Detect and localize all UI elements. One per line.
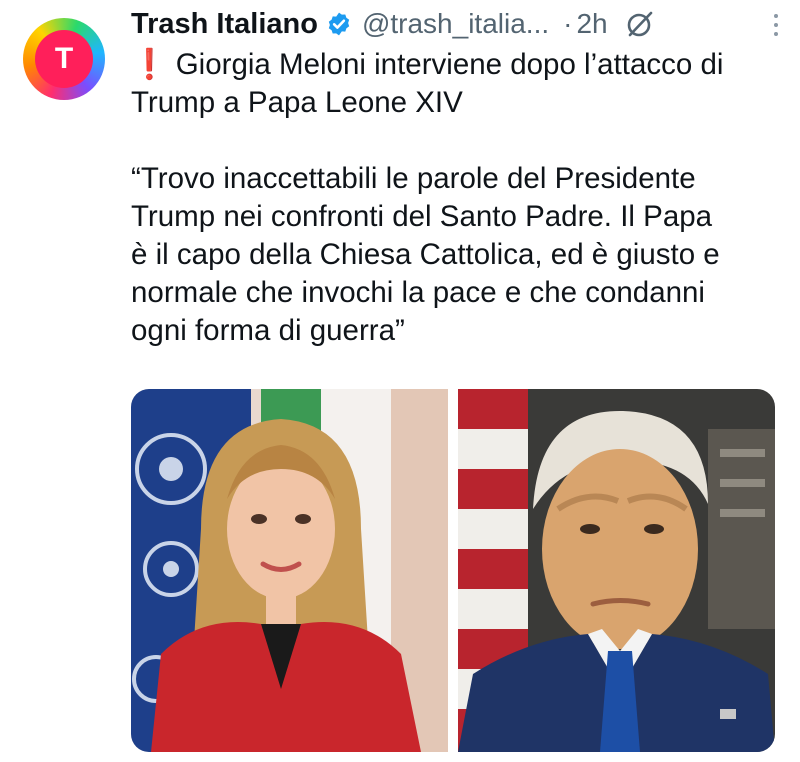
quote-line: “Trovo inaccettabili le parole del Presi… bbox=[131, 162, 696, 195]
author-name[interactable]: Trash Italiano bbox=[131, 8, 318, 41]
avatar[interactable]: T bbox=[23, 18, 105, 100]
headline-text: Giorgia Meloni interviene dopo l’attacco… bbox=[131, 48, 724, 119]
quote-line: normale che invochi la pace e che condan… bbox=[131, 276, 705, 309]
quote-line: è il capo della Chiesa Cattolica, ed è g… bbox=[131, 238, 720, 271]
quote-line: Trump nei confronti del Santo Padre. Il … bbox=[131, 200, 713, 233]
grok-icon[interactable] bbox=[624, 8, 656, 40]
author-handle[interactable]: @trash_italia... bbox=[362, 8, 549, 40]
post-text: ❗ Giorgia Meloni interviene dopo l’attacc… bbox=[131, 46, 781, 350]
avatar-logo: T bbox=[35, 30, 93, 88]
photo-trump-illustration bbox=[458, 389, 775, 752]
photo-meloni[interactable] bbox=[131, 389, 448, 752]
quote-line: ogni forma di guerra” bbox=[131, 314, 405, 347]
photo-meloni-illustration bbox=[131, 389, 448, 752]
exclamation-icon: ❗ bbox=[131, 48, 168, 81]
media-grid bbox=[131, 389, 775, 752]
photo-trump[interactable] bbox=[458, 389, 775, 752]
headline: ❗ Giorgia Meloni interviene dopo l’attacc… bbox=[131, 46, 781, 122]
avatar-letter: T bbox=[54, 42, 74, 75]
post-time[interactable]: 2h bbox=[576, 8, 607, 40]
verified-badge-icon bbox=[328, 12, 350, 36]
more-options-icon[interactable] bbox=[771, 10, 781, 40]
post-header: Trash Italiano @trash_italia... · 2h bbox=[131, 4, 781, 44]
separator-dot: · bbox=[563, 8, 573, 39]
